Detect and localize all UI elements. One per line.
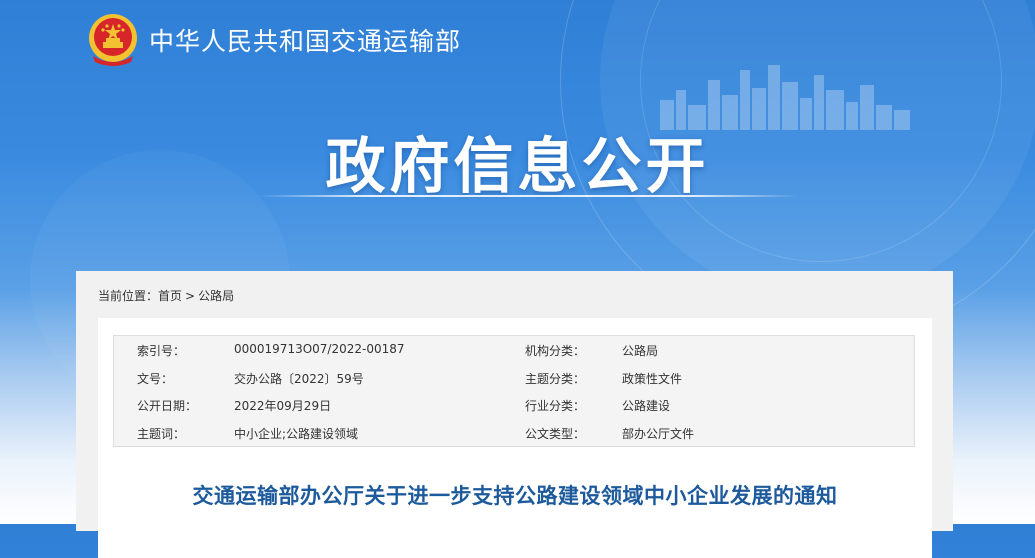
metadata-label: 文号： bbox=[137, 372, 174, 386]
breadcrumb-home-link[interactable]: 首页 bbox=[158, 287, 182, 304]
site-title[interactable]: 中华人民共和国交通运输部 bbox=[149, 22, 461, 58]
document-title: 交通运输部办公厅关于进一步支持公路建设领域中小企业发展的通知 bbox=[192, 484, 838, 508]
metadata-value: 部办公厅文件 bbox=[622, 427, 695, 441]
content-panel: 当前位置：首页 > 公路局 索引号： 000019713O07/2022-00187… bbox=[76, 271, 953, 558]
metadata-label: 公开日期： bbox=[137, 399, 198, 413]
metadata-row: 文号： 交办公路〔2022〕59号 主题分类： 政策性文件 bbox=[114, 364, 914, 392]
breadcrumb-prefix: 当前位置： bbox=[98, 289, 159, 303]
breadcrumb: 当前位置：首页 > 公路局 bbox=[98, 287, 234, 304]
article-card: 索引号： 000019713O07/2022-00187 机构分类： 公路局 文… bbox=[98, 318, 932, 558]
metadata-label: 主题词： bbox=[137, 427, 186, 441]
metadata-value: 2022年09月29日 bbox=[234, 399, 332, 413]
metadata-value: 公路建设 bbox=[622, 399, 671, 413]
metadata-label: 行业分类： bbox=[525, 399, 586, 413]
breadcrumb-current-link[interactable]: 公路局 bbox=[198, 287, 234, 304]
metadata-label: 主题分类： bbox=[525, 372, 586, 386]
banner-divider bbox=[258, 195, 798, 197]
metadata-value: 公路局 bbox=[622, 344, 659, 358]
metadata-label: 机构分类： bbox=[525, 344, 586, 358]
metadata-row: 公开日期： 2022年09月29日 行业分类： 公路建设 bbox=[114, 391, 914, 419]
document-metadata-table: 索引号： 000019713O07/2022-00187 机构分类： 公路局 文… bbox=[113, 335, 915, 447]
breadcrumb-separator: > bbox=[185, 289, 196, 303]
site-header: 中华人民共和国交通运输部 bbox=[85, 12, 461, 68]
metadata-value: 中小企业;公路建设领域 bbox=[234, 427, 359, 441]
metadata-label: 索引号： bbox=[137, 344, 186, 358]
metadata-row: 主题词： 中小企业;公路建设领域 公文类型： 部办公厅文件 bbox=[114, 419, 914, 447]
metadata-value: 政策性文件 bbox=[622, 372, 683, 386]
national-emblem-icon[interactable] bbox=[85, 12, 141, 68]
metadata-value: 000019713O07/2022-00187 bbox=[234, 342, 405, 356]
metadata-row: 索引号： 000019713O07/2022-00187 机构分类： 公路局 bbox=[114, 336, 914, 364]
metadata-label: 公文类型： bbox=[525, 427, 586, 441]
metadata-value: 交办公路〔2022〕59号 bbox=[234, 372, 364, 386]
banner-title: 政府信息公开 bbox=[325, 132, 710, 202]
